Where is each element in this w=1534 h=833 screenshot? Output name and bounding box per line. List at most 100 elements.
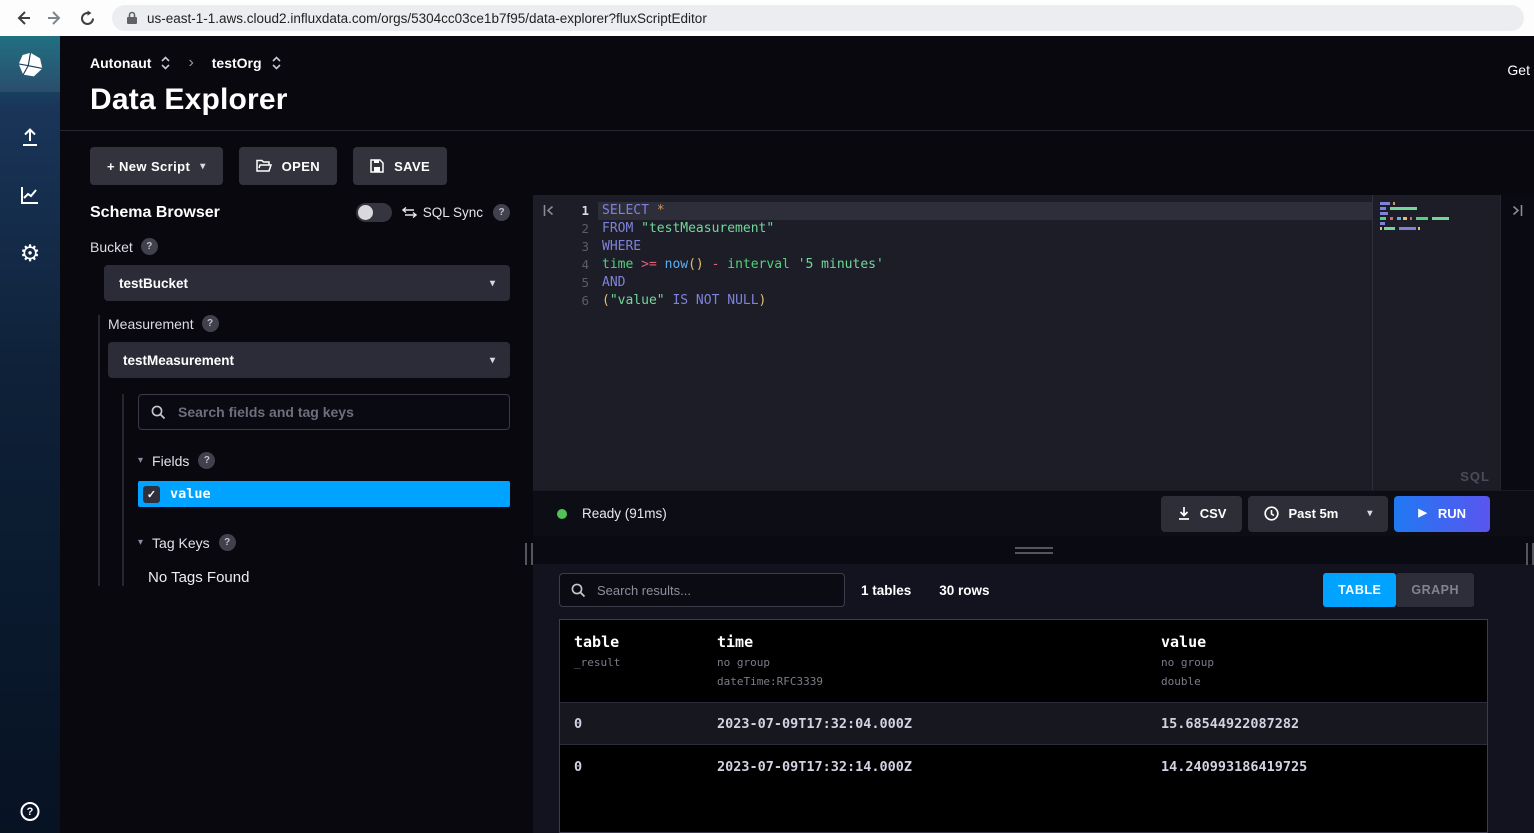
help-button[interactable]: ?: [21, 802, 40, 821]
table-cell: 0: [574, 759, 717, 775]
measurement-label: Measurement: [108, 316, 194, 332]
new-script-button[interactable]: + New Script ▾: [90, 147, 223, 185]
clock-icon: [1264, 506, 1279, 521]
header-right-text[interactable]: Get: [1507, 62, 1530, 78]
checkbox-icon[interactable]: ✓: [143, 486, 160, 503]
table-cell: 2023-07-09T17:32:04.000Z: [717, 716, 1161, 732]
breadcrumb-org[interactable]: Autonaut: [90, 55, 151, 71]
sidebar-item-settings[interactable]: ⚙: [20, 240, 41, 266]
left-splitter-handle[interactable]: [525, 543, 533, 565]
expand-right-button[interactable]: [1500, 195, 1534, 490]
minimap-line: [1380, 222, 1496, 225]
column-subtitle: double: [1161, 674, 1487, 689]
table-row[interactable]: 02023-07-09T17:32:14.000Z14.240993186419…: [560, 745, 1487, 788]
query-panel: 123456 SELECT *FROM "testMeasurement"WHE…: [533, 195, 1534, 833]
page-title: Data Explorer: [90, 83, 1534, 117]
open-label: OPEN: [282, 159, 320, 174]
collapse-left-button[interactable]: [533, 195, 563, 490]
search-icon: [571, 583, 586, 598]
language-badge: SQL: [1460, 469, 1490, 484]
schema-browser-title: Schema Browser: [90, 204, 346, 222]
influxdb-logo[interactable]: [0, 36, 60, 92]
project-switcher-icon[interactable]: [272, 56, 281, 70]
editor-code[interactable]: SELECT *FROM "testMeasurement"WHEREtime …: [589, 195, 1372, 490]
table-cell: 14.240993186419725: [1161, 759, 1487, 775]
schema-search-input[interactable]: [176, 403, 497, 421]
status-dot-icon: [557, 509, 567, 519]
csv-download-button[interactable]: CSV: [1161, 496, 1243, 532]
editor-minimap[interactable]: [1372, 195, 1500, 490]
minimap-line: [1380, 212, 1496, 215]
measurement-help-icon[interactable]: ?: [202, 315, 219, 332]
tag-keys-group-header[interactable]: ▾ Tag Keys ?: [138, 534, 510, 551]
bucket-select[interactable]: testBucket ▾: [104, 265, 510, 301]
expand-right-icon: [1511, 204, 1524, 217]
sidebar-item-load-data[interactable]: [18, 124, 42, 150]
table-column-header: table_result: [574, 633, 717, 689]
measurement-select[interactable]: testMeasurement ▾: [108, 342, 510, 378]
upload-icon: [18, 125, 42, 149]
browser-forward-button[interactable]: [42, 5, 68, 31]
back-arrow-icon: [14, 9, 32, 27]
results-panel: 1 tables 30 rows TABLE GRAPH table_resul…: [533, 564, 1534, 833]
line-number: 1: [563, 202, 589, 220]
splitter-drag-handle[interactable]: [1015, 547, 1053, 554]
sync-arrows-icon: [402, 207, 417, 218]
caret-down-icon: ▾: [138, 455, 143, 466]
query-status-bar: Ready (91ms) CSV Pas: [533, 490, 1534, 536]
tables-count: 1 tables: [861, 583, 911, 598]
save-button[interactable]: SAVE: [353, 147, 447, 185]
field-item-value[interactable]: ✓ value: [138, 481, 510, 507]
folder-icon: [256, 159, 272, 173]
collapse-left-icon: [542, 204, 555, 217]
browser-refresh-button[interactable]: [74, 5, 100, 31]
column-title: time: [717, 633, 1161, 651]
minimap-line: [1380, 217, 1496, 220]
minimap-line: [1380, 227, 1496, 230]
table-row[interactable]: 02023-07-09T17:32:04.000Z15.685449220872…: [560, 702, 1487, 745]
schema-search[interactable]: [138, 394, 510, 430]
sql-editor[interactable]: 123456 SELECT *FROM "testMeasurement"WHE…: [533, 195, 1534, 490]
code-line[interactable]: FROM "testMeasurement": [598, 220, 1372, 238]
fields-group-header[interactable]: ▾ Fields ?: [138, 452, 510, 469]
sql-sync-help-icon[interactable]: ?: [493, 204, 510, 221]
org-switcher-icon[interactable]: [161, 56, 170, 70]
results-search-input[interactable]: [595, 582, 833, 599]
chevron-down-icon: ▾: [490, 355, 495, 366]
line-number: 4: [563, 256, 589, 274]
right-splitter-handle[interactable]: [1526, 543, 1534, 565]
field-label: value: [170, 486, 211, 502]
sql-sync-toggle[interactable]: [356, 203, 392, 222]
save-label: SAVE: [394, 159, 430, 174]
tab-table[interactable]: TABLE: [1323, 573, 1396, 607]
code-line[interactable]: ("value" IS NOT NULL): [598, 292, 1372, 310]
table-column-header: valueno groupdouble: [1161, 633, 1487, 689]
gear-icon: ⚙: [20, 242, 41, 265]
code-line[interactable]: time >= now() - interval '5 minutes': [598, 256, 1372, 274]
tab-graph[interactable]: GRAPH: [1396, 573, 1474, 607]
tag-keys-help-icon[interactable]: ?: [219, 534, 236, 551]
fields-section: ▾ Fields ? ✓value ▾ Tag Keys ? No Tags F…: [122, 394, 510, 586]
measurement-value: testMeasurement: [123, 353, 234, 368]
browser-back-button[interactable]: [10, 5, 36, 31]
address-bar[interactable]: us-east-1-1.aws.cloud2.influxdata.com/or…: [112, 5, 1524, 31]
sidebar-item-data-explorer[interactable]: [18, 182, 42, 208]
breadcrumb-project[interactable]: testOrg: [212, 55, 262, 71]
time-range-dropdown[interactable]: Past 5m ▾: [1248, 496, 1388, 532]
open-button[interactable]: OPEN: [239, 147, 337, 185]
horizontal-splitter[interactable]: [533, 536, 1534, 564]
code-line[interactable]: WHERE: [598, 238, 1372, 256]
bucket-help-icon[interactable]: ?: [141, 238, 158, 255]
fields-help-icon[interactable]: ?: [198, 452, 215, 469]
bucket-label: Bucket: [90, 239, 133, 255]
refresh-icon: [79, 10, 96, 27]
results-search[interactable]: [559, 573, 845, 607]
forward-arrow-icon: [46, 9, 64, 27]
code-line[interactable]: SELECT *: [598, 202, 1372, 220]
run-button[interactable]: ▶ RUN: [1394, 496, 1490, 532]
table-cell: 15.68544922087282: [1161, 716, 1487, 732]
csv-label: CSV: [1200, 506, 1227, 521]
schema-browser-panel: Schema Browser SQL Sync ? Bucket ?: [60, 195, 525, 833]
time-range-value: Past 5m: [1288, 506, 1338, 521]
code-line[interactable]: AND: [598, 274, 1372, 292]
